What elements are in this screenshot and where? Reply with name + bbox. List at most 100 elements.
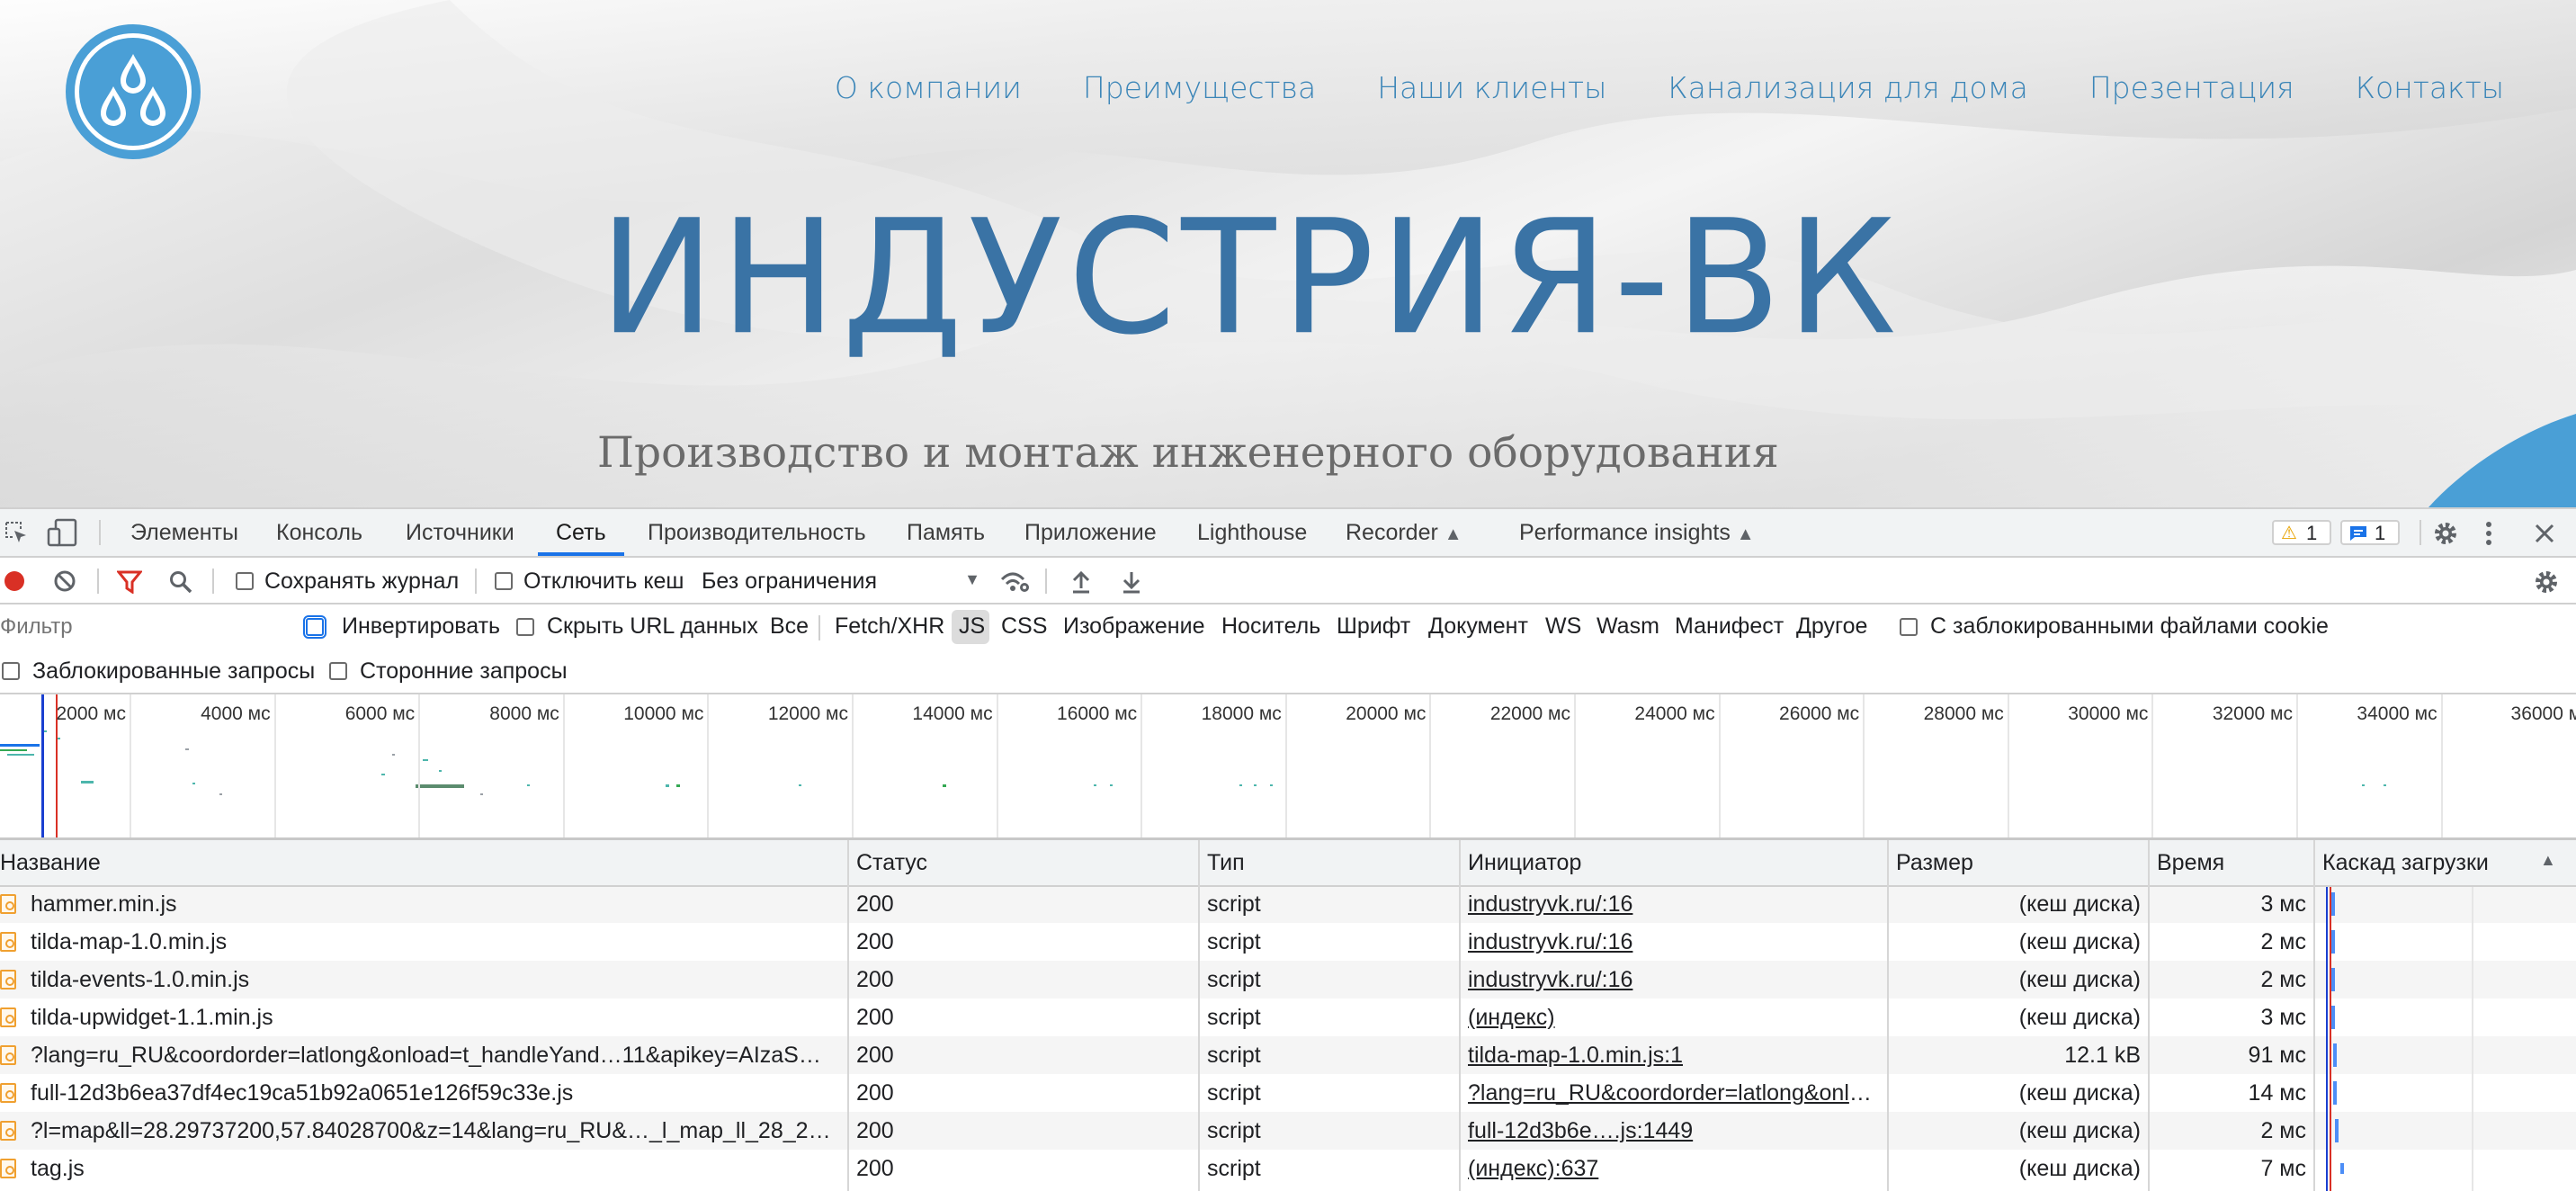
devtools-tabbar: Элементы Консоль Источники Сеть Производ… [0,507,2576,558]
tab-performance[interactable]: Производительность [648,509,866,556]
request-initiator-link[interactable]: industryvk.ru/:16 [1468,887,1880,923]
blocked-requests-checkbox[interactable] [2,662,20,680]
filter-type-manifest[interactable]: Манифест [1675,613,1784,640]
filter-type-all[interactable]: Все [770,613,809,640]
timeline-gridline [707,694,710,837]
tab-network[interactable]: Сеть [538,509,624,556]
filter-type-js[interactable]: JS [959,613,985,640]
throttling-select[interactable]: Без ограничения ▼ [702,565,980,597]
preserve-log-checkbox[interactable] [236,572,254,590]
column-header-initiator[interactable]: Инициатор [1468,840,1581,885]
filter-type-font[interactable]: Шрифт [1337,613,1410,640]
tab-memory[interactable]: Память [907,509,985,556]
close-devtools-icon[interactable] [2535,524,2554,543]
request-name[interactable]: tilda-upwidget-1.1.min.js [31,998,831,1036]
warnings-badge[interactable]: ⚠ 1 [2272,520,2331,545]
column-header-size[interactable]: Размер [1896,840,1973,885]
request-initiator-link[interactable]: (индекс) [1468,998,1880,1036]
column-header-name[interactable]: Название [0,840,101,885]
tab-application[interactable]: Приложение [1024,509,1157,556]
filter-type-wasm[interactable]: Wasm [1597,613,1659,640]
filter-type-css[interactable]: CSS [1001,613,1047,640]
request-initiator-link[interactable]: full-12d3b6e….js:1449 [1468,1112,1880,1150]
nav-link-presentation[interactable]: Презентация [2089,70,2294,105]
request-row[interactable]: hammer.min.js 200 script industryvk.ru/:16 (… [0,887,2576,923]
request-name[interactable]: ?lang=ru_RU&coordorder=latlong&onload=t_… [31,1036,831,1074]
clear-icon[interactable] [54,570,76,592]
third-party-checkbox[interactable] [329,662,347,680]
filter-icon[interactable] [117,570,142,594]
disable-cache-checkbox[interactable] [495,572,513,590]
request-row[interactable]: tag.js 200 script (индекс):637 (кеш диска) 7 … [0,1150,2576,1187]
tab-lighthouse[interactable]: Lighthouse [1197,509,1307,556]
request-name[interactable]: tilda-map-1.0.min.js [31,923,831,961]
request-initiator-link[interactable]: industryvk.ru/:16 [1468,923,1880,961]
messages-badge[interactable]: 1 [2340,520,2400,545]
column-header-time[interactable]: Время [2157,840,2224,885]
blocked-cookies-checkbox[interactable] [1900,618,1918,636]
filter-type-fetch-xhr[interactable]: Fetch/XHR [835,613,944,640]
timeline-gridline [2440,694,2443,837]
message-icon [2350,526,2366,541]
column-header-type[interactable]: Тип [1207,840,1245,885]
request-time: 3 мс [2260,891,2306,917]
request-name[interactable]: ?l=map&ll=28.29737200,57.84028700&z=14&l… [31,1112,831,1150]
export-har-icon[interactable] [1121,569,1142,594]
network-settings-gear-icon[interactable] [2533,569,2560,596]
inspect-element-icon[interactable] [4,520,29,545]
request-initiator-link[interactable]: tilda-map-1.0.min.js:1 [1468,1036,1880,1074]
network-conditions-icon[interactable] [1000,570,1031,594]
blocked-cookies-label[interactable]: С заблокированными файлами cookie [1930,613,2329,640]
hide-data-urls-label[interactable]: Скрыть URL данных [547,613,758,640]
request-row[interactable]: tilda-events-1.0.min.js 200 script industry… [0,961,2576,998]
tab-console[interactable]: Консоль [276,509,362,556]
more-options-icon[interactable] [2484,520,2493,547]
timeline-gridline [1429,694,1432,837]
request-initiator-link[interactable]: industryvk.ru/:16 [1468,961,1880,998]
request-name[interactable]: tilda-events-1.0.min.js [31,961,831,998]
tab-elements[interactable]: Элементы [130,509,238,556]
request-row[interactable]: full-12d3b6ea37df4ec19ca51b92a0651e126f5… [0,1074,2576,1112]
request-initiator-link[interactable]: ?lang=ru_RU&coordorder=latlong&onloa… [1468,1074,1880,1112]
invert-checkbox[interactable] [303,615,326,639]
disable-cache-label[interactable]: Отключить кеш [523,569,684,595]
device-toolbar-icon[interactable] [47,518,79,547]
nav-link-advantages[interactable]: Преимущества [1083,70,1316,105]
tab-performance-insights[interactable]: Performance insights ▲ [1519,509,1755,556]
import-har-icon[interactable] [1070,569,1092,594]
request-row[interactable]: ?l=map&ll=28.29737200,57.84028700&z=14&l… [0,1112,2576,1150]
nav-link-home-sewage[interactable]: Канализация для дома [1668,70,2027,105]
network-overview-timeline[interactable]: 2000 мс 4000 мс 6000 мс 8000 мс 10000 мс 1200… [0,694,2576,840]
preserve-log-label[interactable]: Сохранять журнал [264,569,459,595]
request-row[interactable]: ?lang=ru_RU&coordorder=latlong&onload=t_… [0,1036,2576,1074]
record-icon[interactable] [4,570,25,592]
invert-label[interactable]: Инвертировать [342,613,500,640]
search-icon[interactable] [169,570,192,594]
devtools-panel: Элементы Консоль Источники Сеть Производ… [0,507,2576,1191]
nav-link-about[interactable]: О компании [835,70,1022,105]
sort-ascending-icon[interactable]: ▲ [2540,851,2556,870]
request-name[interactable]: hammer.min.js [31,887,831,923]
tab-recorder[interactable]: Recorder ▲ [1346,509,1462,556]
nav-link-contacts[interactable]: Контакты [2356,70,2504,105]
request-row[interactable]: tilda-upwidget-1.1.min.js 200 script (индек… [0,998,2576,1036]
company-logo[interactable] [65,23,201,160]
filter-type-ws[interactable]: WS [1545,613,1581,640]
filter-type-media[interactable]: Носитель [1221,613,1320,640]
filter-type-image[interactable]: Изображение [1063,613,1204,640]
request-name[interactable]: full-12d3b6ea37df4ec19ca51b92a0651e126f5… [31,1074,831,1112]
nav-link-clients[interactable]: Наши клиенты [1377,70,1606,105]
column-header-status[interactable]: Статус [856,840,927,885]
hide-data-urls-checkbox[interactable] [516,618,534,636]
request-initiator-link[interactable]: (индекс):637 [1468,1150,1880,1187]
filter-type-other[interactable]: Другое [1796,613,1867,640]
filter-input[interactable] [0,612,286,642]
filter-type-document[interactable]: Документ [1428,613,1528,640]
column-header-waterfall[interactable]: Каскад загрузки [2322,840,2489,885]
settings-gear-icon[interactable] [2432,520,2459,547]
third-party-label[interactable]: Сторонние запросы [360,658,568,685]
request-row[interactable]: tilda-map-1.0.min.js 200 script industryvk.… [0,923,2576,961]
tab-sources[interactable]: Источники [406,509,514,556]
request-name[interactable]: tag.js [31,1150,831,1187]
blocked-requests-label[interactable]: Заблокированные запросы [32,658,315,685]
